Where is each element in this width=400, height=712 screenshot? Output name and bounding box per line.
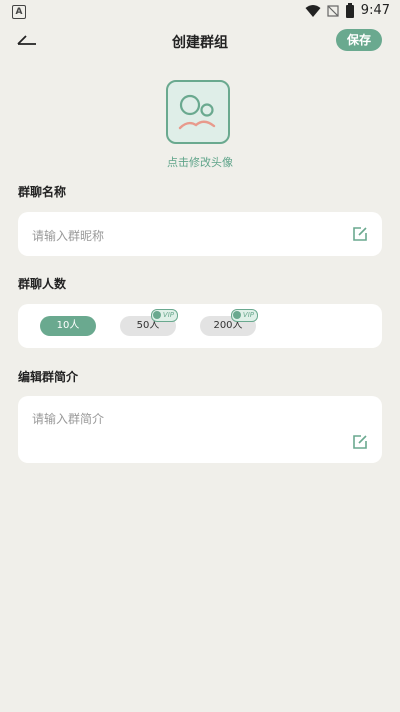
vip-badge: VIP	[150, 309, 178, 322]
group-name-placeholder: 请输入群昵称	[32, 229, 105, 243]
size-option-label: 10人	[56, 320, 80, 331]
edit-icon[interactable]	[352, 226, 368, 242]
app-notification-icon: A	[12, 5, 26, 19]
vip-badge: VIP	[230, 309, 258, 322]
edit-icon[interactable]	[352, 434, 368, 450]
save-button[interactable]: 保存	[336, 29, 382, 51]
group-size-selector: 10人 50人 VIP 200人 VIP	[18, 304, 382, 348]
group-name-field[interactable]: 请输入群昵称	[18, 212, 382, 256]
status-bar: A 9:47	[0, 0, 400, 24]
group-intro-label: 编辑群简介	[18, 370, 79, 384]
group-intro-placeholder: 请输入群简介	[32, 412, 105, 426]
change-avatar-link[interactable]: 点击修改头像	[0, 154, 400, 170]
group-name-label: 群聊名称	[18, 185, 67, 199]
wifi-icon	[305, 4, 321, 17]
size-option-10[interactable]: 10人	[40, 316, 96, 336]
group-size-label: 群聊人数	[18, 277, 67, 291]
battery-icon	[345, 3, 354, 18]
avatar-placeholder-icon	[178, 94, 216, 130]
no-signal-icon	[327, 4, 339, 17]
vip-crown-icon	[152, 311, 161, 319]
size-option-200[interactable]: 200人 VIP	[200, 309, 258, 336]
status-time: 9:47	[360, 3, 390, 18]
top-bar: 创建群组 保存	[0, 24, 400, 58]
status-icons: 9:47	[305, 3, 390, 18]
group-intro-field[interactable]: 请输入群简介	[18, 396, 382, 463]
vip-crown-icon	[232, 311, 241, 319]
size-option-50[interactable]: 50人 VIP	[120, 309, 178, 336]
group-avatar-button[interactable]	[166, 80, 230, 144]
